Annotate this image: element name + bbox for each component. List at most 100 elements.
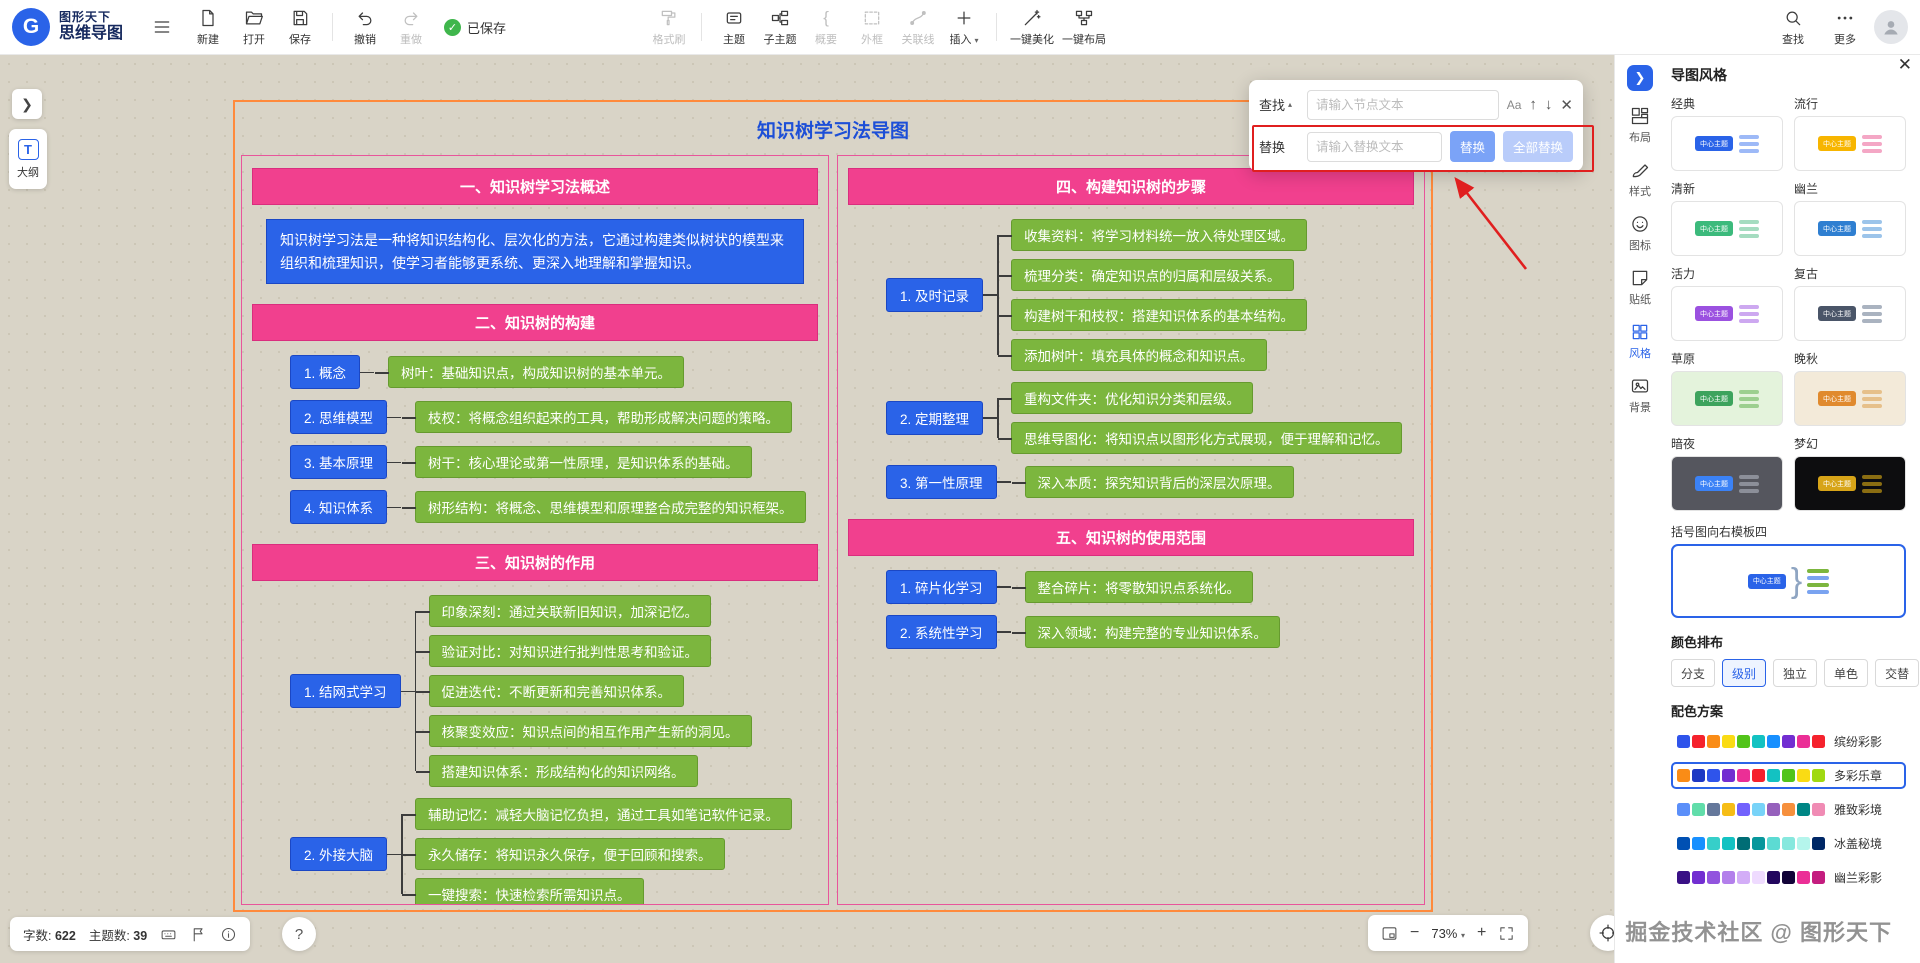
style-card[interactable]: 幽兰 中心主题	[1794, 180, 1906, 256]
style-card[interactable]: 草原 中心主题	[1671, 350, 1783, 426]
replace-button[interactable]: 替换	[1450, 131, 1495, 162]
topic-node[interactable]: 2. 思维模型	[290, 400, 387, 434]
topic-node[interactable]: 核聚变效应：知识点间的相互作用产生新的洞见。	[429, 715, 752, 747]
topic-node[interactable]: 收集资料：将学习材料统一放入待处理区域。	[1011, 219, 1307, 251]
style-card[interactable]: 晚秋 中心主题	[1794, 350, 1906, 426]
section-header[interactable]: 四、构建知识树的步骤	[848, 168, 1414, 205]
topic-node[interactable]: 知识树学习法是一种将知识结构化、层次化的方法，它通过构建类似树状的模型来组织和梳…	[266, 219, 804, 284]
tab-icons[interactable]: 图标	[1629, 214, 1651, 253]
topic-node[interactable]: 添加树叶：填充具体的概念和知识点。	[1011, 339, 1267, 371]
tab-theme-style[interactable]: 风格	[1629, 322, 1651, 361]
topic-node[interactable]: 构建树干和枝杈：搭建知识体系的基本结构。	[1011, 299, 1307, 331]
find-label[interactable]: 查找▴	[1259, 95, 1299, 114]
topic-node[interactable]: 印象深刻：通过关联新旧知识，加深记忆。	[429, 595, 712, 627]
relation-line-button[interactable]: 关联线	[895, 3, 941, 51]
map-title[interactable]: 知识树学习法导图	[241, 108, 1425, 155]
shortcut-keyboard-icon[interactable]	[160, 926, 177, 943]
find-next-arrow-icon[interactable]: ↓	[1545, 96, 1553, 113]
topic-node[interactable]: 1. 碎片化学习	[886, 570, 997, 604]
topic-node[interactable]: 枝杈：将概念组织起来的工具，帮助形成解决问题的策略。	[415, 401, 792, 433]
color-layout-branch[interactable]: 分支	[1671, 659, 1715, 687]
outline-button[interactable]: T 大纲	[9, 129, 47, 189]
mindmap-root[interactable]: 知识树学习法导图 一、知识树学习法概述 知识树学习法是一种将知识结构化、层次化的…	[233, 100, 1433, 912]
style-card[interactable]: 暗夜 中心主题	[1671, 435, 1783, 511]
template-thumbnail[interactable]: 中心主题 }	[1671, 544, 1906, 618]
topic-node[interactable]: 思维导图化：将知识点以图形化方式展现，便于理解和记忆。	[1011, 422, 1402, 454]
insert-button[interactable]: 插入 ▾	[941, 3, 987, 51]
summary-button[interactable]: { 概要	[803, 3, 849, 51]
topic-node[interactable]: 深入本质：探究知识背后的深层次原理。	[1025, 466, 1294, 498]
zoom-out-button[interactable]: −	[1410, 924, 1419, 942]
color-layout-independent[interactable]: 独立	[1773, 659, 1817, 687]
close-find-icon[interactable]: ✕	[1560, 96, 1573, 114]
info-icon[interactable]	[220, 926, 237, 943]
topic-node[interactable]: 3. 基本原理	[290, 445, 387, 479]
subtopic-button[interactable]: 子主题	[757, 3, 803, 51]
panel-collapse-button[interactable]: ❯	[1627, 65, 1653, 91]
search-button[interactable]: 查找	[1770, 3, 1816, 51]
topic-node[interactable]: 3. 第一性原理	[886, 465, 997, 499]
match-case-toggle[interactable]: Aa	[1507, 98, 1522, 112]
beautify-button[interactable]: 一键美化	[1006, 3, 1058, 51]
style-card[interactable]: 梦幻 中心主题	[1794, 435, 1906, 511]
topic-node[interactable]: 辅助记忆：减轻大脑记忆负担，通过工具如笔记软件记录。	[415, 798, 792, 830]
close-panel-icon[interactable]: ✕	[1898, 55, 1912, 75]
topic-node[interactable]: 重构文件夹：优化知识分类和层级。	[1011, 382, 1253, 414]
undo-button[interactable]: 撤销	[342, 3, 388, 51]
section-header[interactable]: 二、知识树的构建	[252, 304, 818, 341]
zoom-level[interactable]: 73% ▾	[1431, 926, 1465, 941]
color-layout-mono[interactable]: 单色	[1824, 659, 1868, 687]
topic-node[interactable]: 梳理分类：确定知识点的归属和层级关系。	[1011, 259, 1294, 291]
topic-node[interactable]: 2. 定期整理	[886, 401, 983, 435]
tab-layout[interactable]: 布局	[1629, 106, 1651, 145]
palette-row[interactable]: 缤纷彩影	[1671, 728, 1906, 755]
topic-node[interactable]: 树形结构：将概念、思维模型和原理整合成完整的知识框架。	[415, 491, 806, 523]
tab-background[interactable]: 背景	[1629, 376, 1651, 415]
open-button[interactable]: 打开	[231, 3, 277, 51]
palette-row[interactable]: 幽兰彩影	[1671, 864, 1906, 891]
minimap-icon[interactable]	[1381, 925, 1398, 942]
replace-all-button[interactable]: 全部替换	[1503, 131, 1573, 162]
topic-node[interactable]: 1. 结网式学习	[290, 674, 401, 708]
style-card[interactable]: 经典 中心主题	[1671, 95, 1783, 171]
format-painter-button[interactable]: 格式刷	[646, 3, 692, 51]
tab-sticker[interactable]: 贴纸	[1629, 268, 1651, 307]
frame-button[interactable]: 外框	[849, 3, 895, 51]
flag-icon[interactable]	[190, 926, 207, 943]
topic-node[interactable]: 促进迭代：不断更新和完善知识体系。	[429, 675, 685, 707]
help-button[interactable]: ?	[282, 917, 316, 951]
topic-node[interactable]: 4. 知识体系	[290, 490, 387, 524]
color-layout-alternate[interactable]: 交替	[1875, 659, 1919, 687]
save-button[interactable]: 保存	[277, 3, 323, 51]
find-prev-arrow-icon[interactable]: ↑	[1529, 96, 1537, 113]
color-layout-level[interactable]: 级别	[1722, 659, 1766, 687]
palette-row[interactable]: 多彩乐章	[1671, 762, 1906, 789]
section-header[interactable]: 一、知识树学习法概述	[252, 168, 818, 205]
redo-button[interactable]: 重做	[388, 3, 434, 51]
section-header[interactable]: 五、知识树的使用范围	[848, 519, 1414, 556]
sidebar-expand-button[interactable]: ❯	[12, 89, 42, 119]
topic-node[interactable]: 1. 概念	[290, 355, 360, 389]
style-card[interactable]: 复古 中心主题	[1794, 265, 1906, 341]
style-card[interactable]: 流行 中心主题	[1794, 95, 1906, 171]
topic-node[interactable]: 永久储存：将知识永久保存，便于回顾和搜索。	[415, 838, 725, 870]
topic-node[interactable]: 深入领域：构建完整的专业知识体系。	[1025, 616, 1281, 648]
topic-node[interactable]: 搭建知识体系：形成结构化的知识网络。	[429, 755, 698, 787]
more-button[interactable]: 更多	[1822, 3, 1868, 51]
user-avatar[interactable]	[1874, 10, 1908, 44]
find-input[interactable]	[1307, 90, 1499, 120]
topic-node[interactable]: 验证对比：对知识进行批判性思考和验证。	[429, 635, 712, 667]
tab-style[interactable]: 样式	[1629, 160, 1651, 199]
topic-node[interactable]: 1. 及时记录	[886, 278, 983, 312]
palette-row[interactable]: 冰盖秘境	[1671, 830, 1906, 857]
zoom-in-button[interactable]: +	[1477, 924, 1486, 942]
replace-input[interactable]	[1307, 132, 1442, 162]
new-button[interactable]: 新建	[185, 3, 231, 51]
topic-node[interactable]: 一键搜索：快速检索所需知识点。	[415, 878, 644, 905]
topic-button[interactable]: 主题	[711, 3, 757, 51]
topic-node[interactable]: 整合碎片：将零散知识点系统化。	[1025, 571, 1254, 603]
section-header[interactable]: 三、知识树的作用	[252, 544, 818, 581]
style-card[interactable]: 清新 中心主题	[1671, 180, 1783, 256]
topic-node[interactable]: 2. 系统性学习	[886, 615, 997, 649]
fullscreen-icon[interactable]	[1498, 925, 1515, 942]
